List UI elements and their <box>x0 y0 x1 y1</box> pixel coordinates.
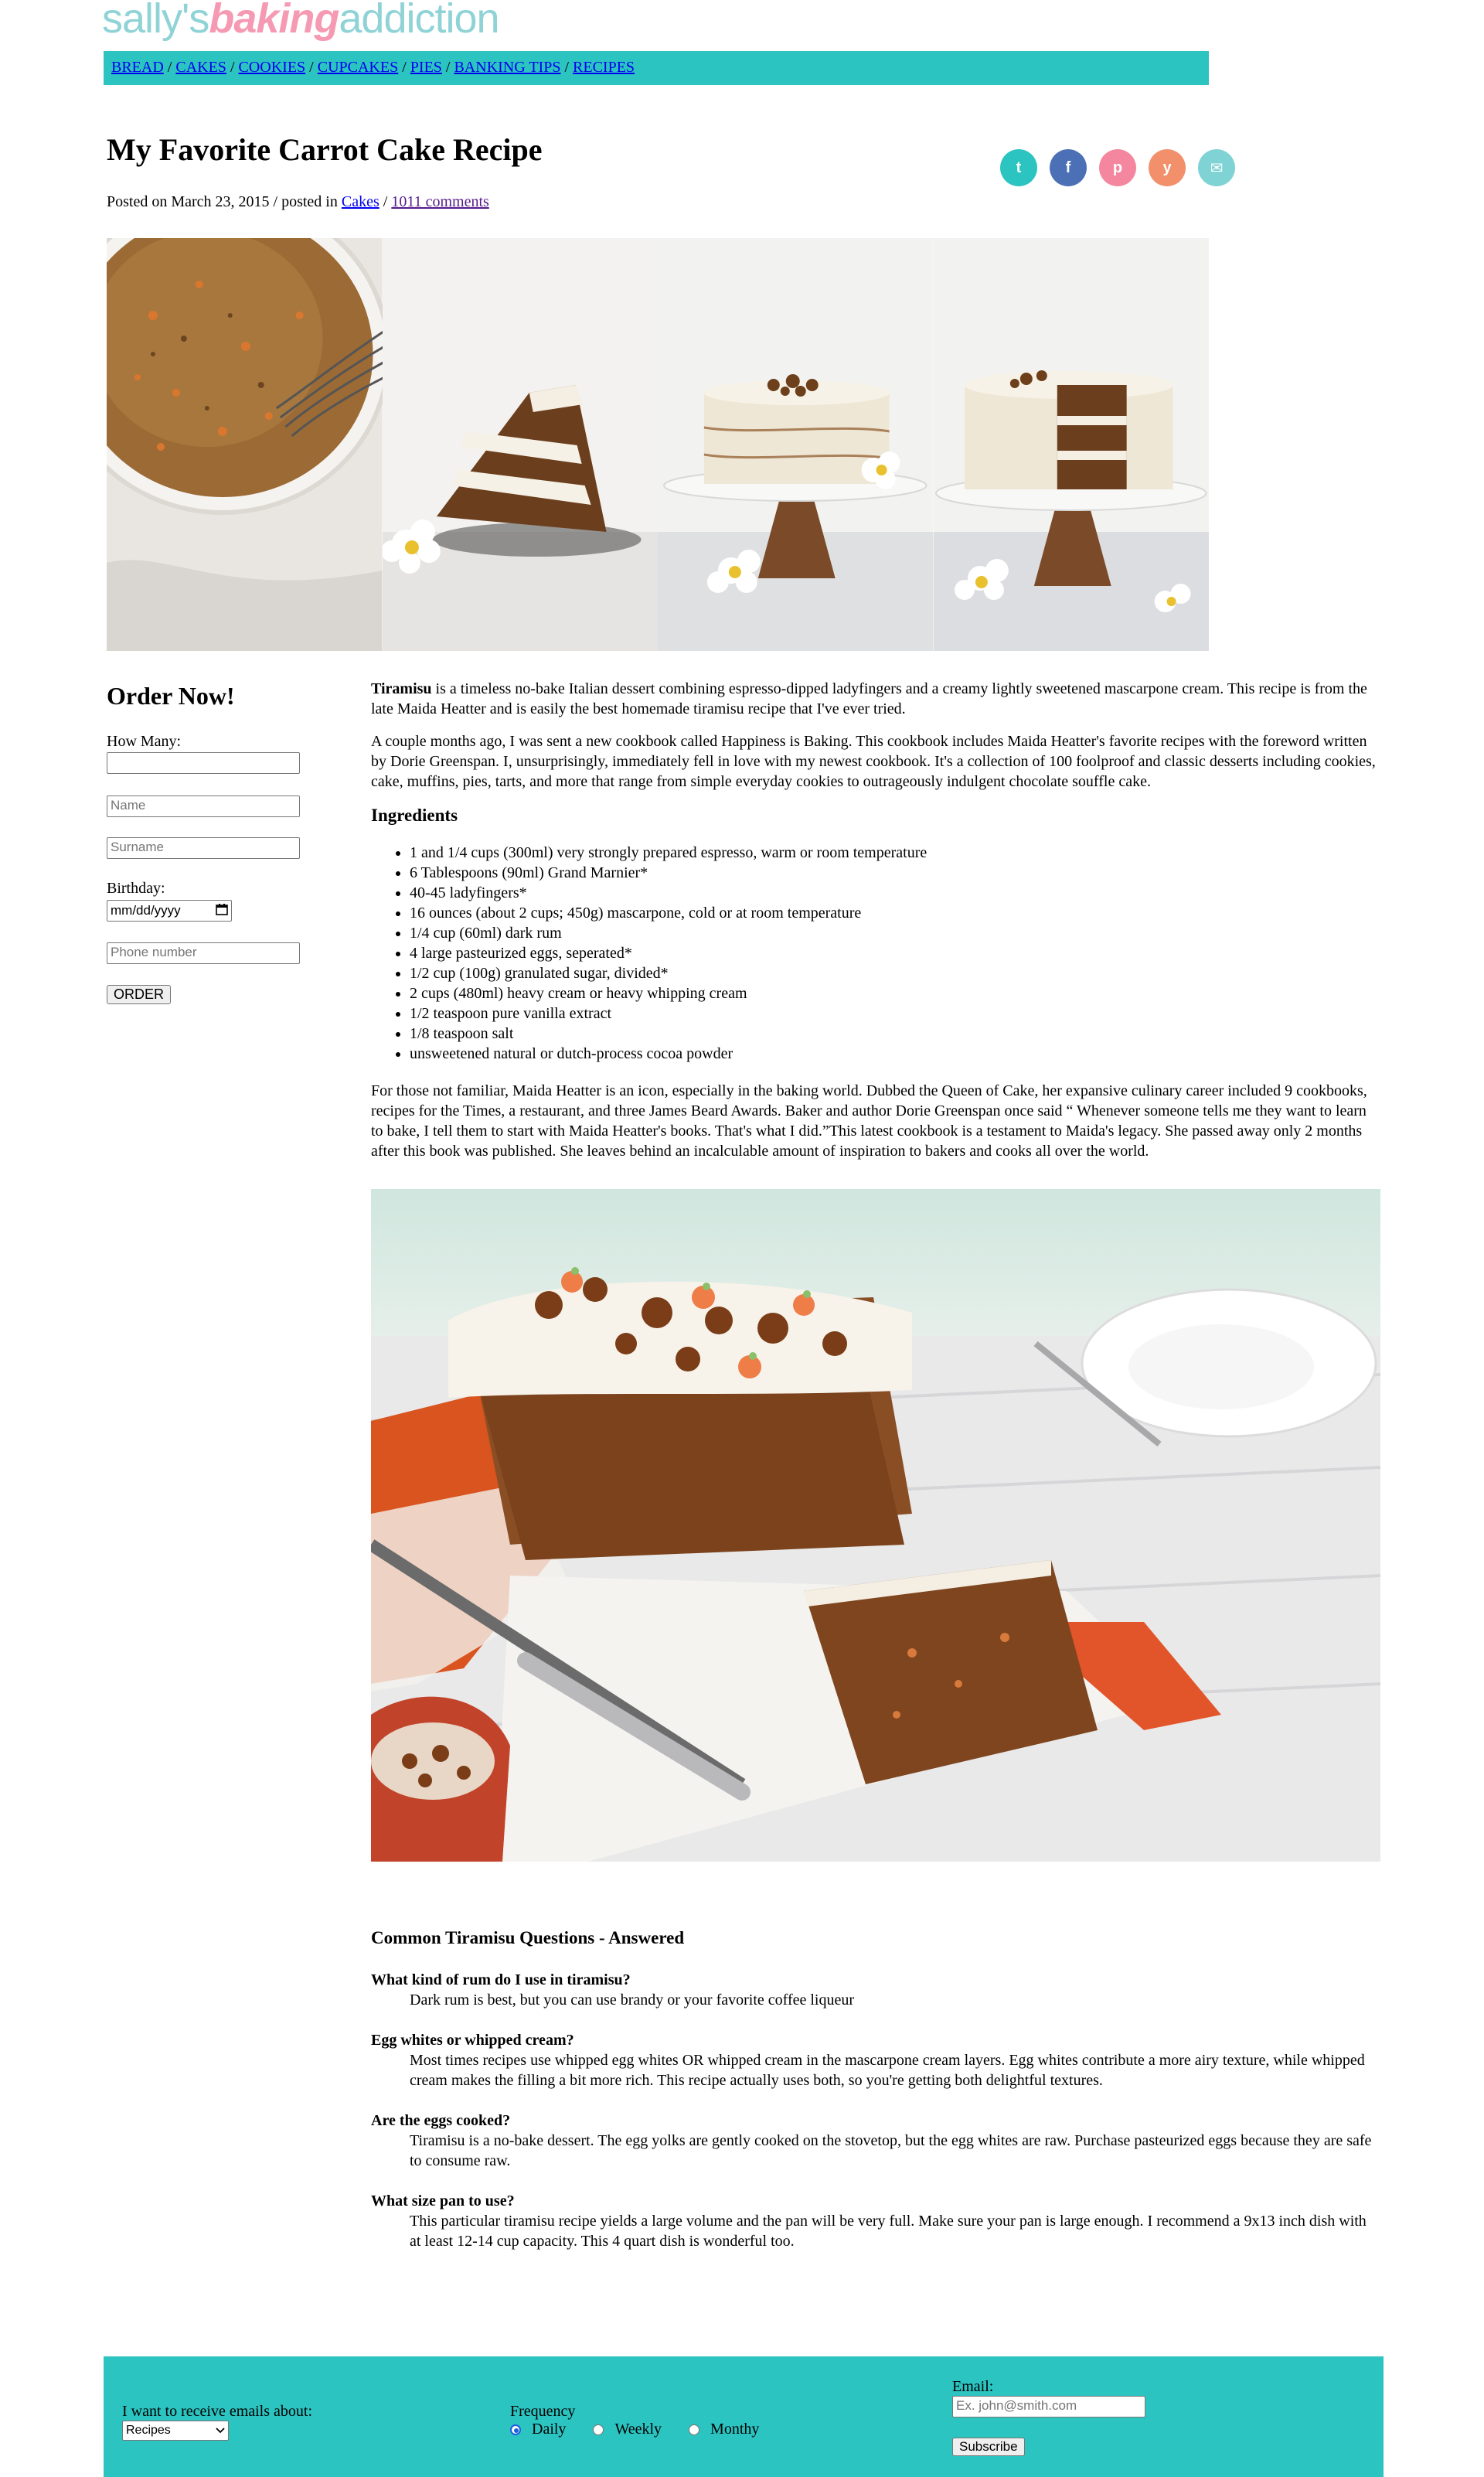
nav-separator: / <box>560 59 574 76</box>
post-meta: Posted on March 23, 2015 / posted in Cak… <box>107 193 489 211</box>
faq-heading: Common Tiramisu Questions - Answered <box>371 1928 685 1947</box>
logo-text-baking: baking <box>209 0 339 42</box>
chevron-down-icon <box>216 2424 225 2438</box>
sliced-cake-stand-photo <box>933 238 1209 651</box>
birthday-label: Birthday: <box>107 880 165 897</box>
nav-separator: / <box>305 59 318 76</box>
faq-question: What kind of rum do I use in tiramisu? <box>371 1971 631 1988</box>
ingredient-item: 1/4 cup (60ml) dark rum <box>410 923 1380 943</box>
twitter-icon[interactable]: t <box>1000 149 1037 186</box>
frequency-group: Frequency Daily Weekly Monthy <box>510 2403 782 2440</box>
email-input[interactable]: Ex. john@smith.com <box>952 2396 1145 2417</box>
radio-dot <box>689 2424 700 2435</box>
name-input[interactable]: Name <box>107 796 300 817</box>
email-topic-value: Recipes <box>126 2424 171 2437</box>
faq-answer: This particular tiramisu recipe yields a… <box>410 2213 1367 2250</box>
intro-bold-term: Tiramisu <box>371 680 432 697</box>
intro-paragraph: Tiramisu is a timeless no-bake Italian d… <box>371 679 1380 719</box>
carrot-loaf-photo <box>371 1189 1380 1862</box>
ingredients-heading: Ingredients <box>371 806 458 825</box>
email-topic-select[interactable]: Recipes <box>122 2421 229 2441</box>
how-many-label: How Many: <box>107 733 182 750</box>
nav-separator: / <box>398 59 410 76</box>
calendar-icon[interactable] <box>216 903 228 919</box>
logo-text-sallys: sally's <box>102 0 209 42</box>
email-label: Email: <box>952 2378 994 2395</box>
faq-answer: Dark rum is best, but you can use brandy… <box>410 1991 855 2009</box>
nav-separator: / <box>163 59 176 76</box>
email-icon[interactable]: ✉ <box>1198 149 1235 186</box>
cookbook-paragraph: A couple months ago, I was sent a new co… <box>371 733 1376 790</box>
ingredient-item: 40-45 ladyfingers* <box>410 883 1380 903</box>
article-body: Tiramisu is a timeless no-bake Italian d… <box>371 679 1380 2267</box>
pinterest-icon[interactable]: p <box>1099 149 1136 186</box>
site-logo[interactable]: sally'sbakingaddiction <box>102 0 500 43</box>
nav-link-cakes[interactable]: CAKES <box>175 59 226 76</box>
radio-dot <box>510 2424 521 2435</box>
hero-image-strip <box>107 238 1209 651</box>
ingredient-item: unsweetened natural or dutch-process coc… <box>410 1044 1380 1064</box>
subscribe-button[interactable]: Subscribe <box>952 2438 1025 2456</box>
nav-link-banking-tips[interactable]: BANKING TIPS <box>454 59 560 76</box>
ingredients-list: 1 and 1/4 cups (300ml) very strongly pre… <box>371 843 1380 1064</box>
nav-link-pies[interactable]: PIES <box>410 59 442 76</box>
intro-text: is a timeless no-bake Italian dessert co… <box>371 680 1367 717</box>
frequency-monthly-label: Monthy <box>710 2421 760 2438</box>
logo-text-addiction: addiction <box>339 0 499 42</box>
ingredient-item: 2 cups (480ml) heavy cream or heavy whip… <box>410 983 1380 1003</box>
faq-question: What size pan to use? <box>371 2193 515 2210</box>
frequency-label: Frequency <box>510 2403 576 2420</box>
ingredient-item: 16 ounces (about 2 cups; 450g) mascarpon… <box>410 903 1380 923</box>
nav-separator: / <box>441 59 454 76</box>
ingredient-item: 1/2 teaspoon pure vanilla extract <box>410 1003 1380 1024</box>
cake-slice-photo <box>382 238 658 651</box>
frequency-daily-radio[interactable]: Daily <box>510 2421 566 2438</box>
category-link[interactable]: Cakes <box>342 193 380 210</box>
surname-input[interactable]: Surname <box>107 837 300 859</box>
faq-answer: Tiramisu is a no-bake dessert. The egg y… <box>410 2132 1372 2169</box>
birthday-date-input[interactable]: mm/dd/yyyy <box>107 900 232 922</box>
nav-link-cookies[interactable]: COOKIES <box>239 59 306 76</box>
post-date-text: Posted on March 23, 2015 / posted in <box>107 193 342 210</box>
frosted-cake-stand-photo <box>658 238 934 651</box>
phone-input[interactable]: Phone number <box>107 942 300 964</box>
ingredient-item: 1/8 teaspoon salt <box>410 1024 1380 1044</box>
faq-question: Are the eggs cooked? <box>371 2112 511 2129</box>
radio-dot <box>593 2424 604 2435</box>
share-buttons: t f p y ✉ <box>1000 149 1235 186</box>
nav-link-bread[interactable]: BREAD <box>111 59 164 76</box>
order-button[interactable]: ORDER <box>107 985 172 1004</box>
ingredient-item: 6 Tablespoons (90ml) Grand Marnier* <box>410 863 1380 883</box>
nav-separator: / <box>226 59 239 76</box>
ingredient-item: 1 and 1/4 cups (300ml) very strongly pre… <box>410 843 1380 863</box>
nav-link-cupcakes[interactable]: CUPCAKES <box>318 59 398 76</box>
quantity-input[interactable] <box>107 752 300 774</box>
comments-link[interactable]: 1011 comments <box>391 193 488 210</box>
batter-bowl-photo <box>107 238 383 651</box>
ingredient-item: 4 large pasteurized eggs, seperated* <box>410 943 1380 963</box>
nav-link-recipes[interactable]: RECIPES <box>573 59 635 76</box>
email-topic-group: I want to receive emails about: Recipes <box>122 2403 312 2441</box>
frequency-daily-label: Daily <box>532 2421 567 2438</box>
frequency-weekly-label: Weekly <box>614 2421 662 2438</box>
frequency-monthly-radio[interactable]: Monthy <box>689 2421 759 2438</box>
faq-question: Egg whites or whipped cream? <box>371 2032 574 2049</box>
maida-heatter-paragraph: For those not familiar, Maida Heatter is… <box>371 1082 1367 1160</box>
yummly-icon[interactable]: y <box>1149 149 1186 186</box>
main-nav: BREAD / CAKES / COOKIES / CUPCAKES / PIE… <box>104 51 1209 85</box>
frequency-weekly-radio[interactable]: Weekly <box>593 2421 662 2438</box>
birthday-date-value: mm/dd/yyyy <box>111 903 181 918</box>
email-group: Email: Ex. john@smith.com Subscribe <box>952 2378 1145 2456</box>
facebook-icon[interactable]: f <box>1050 149 1087 186</box>
meta-separator: / <box>379 193 392 210</box>
post-title: My Favorite Carrot Cake Recipe <box>107 132 543 167</box>
order-form-title: Order Now! <box>107 682 235 710</box>
faq-list: What kind of rum do I use in tiramisu? D… <box>371 1970 1380 2251</box>
email-topic-label: I want to receive emails about: <box>122 2403 313 2420</box>
newsletter-footer: I want to receive emails about: Recipes … <box>104 2356 1384 2477</box>
ingredient-item: 1/2 cup (100g) granulated sugar, divided… <box>410 963 1380 983</box>
faq-answer: Most times recipes use whipped egg white… <box>410 2052 1365 2089</box>
